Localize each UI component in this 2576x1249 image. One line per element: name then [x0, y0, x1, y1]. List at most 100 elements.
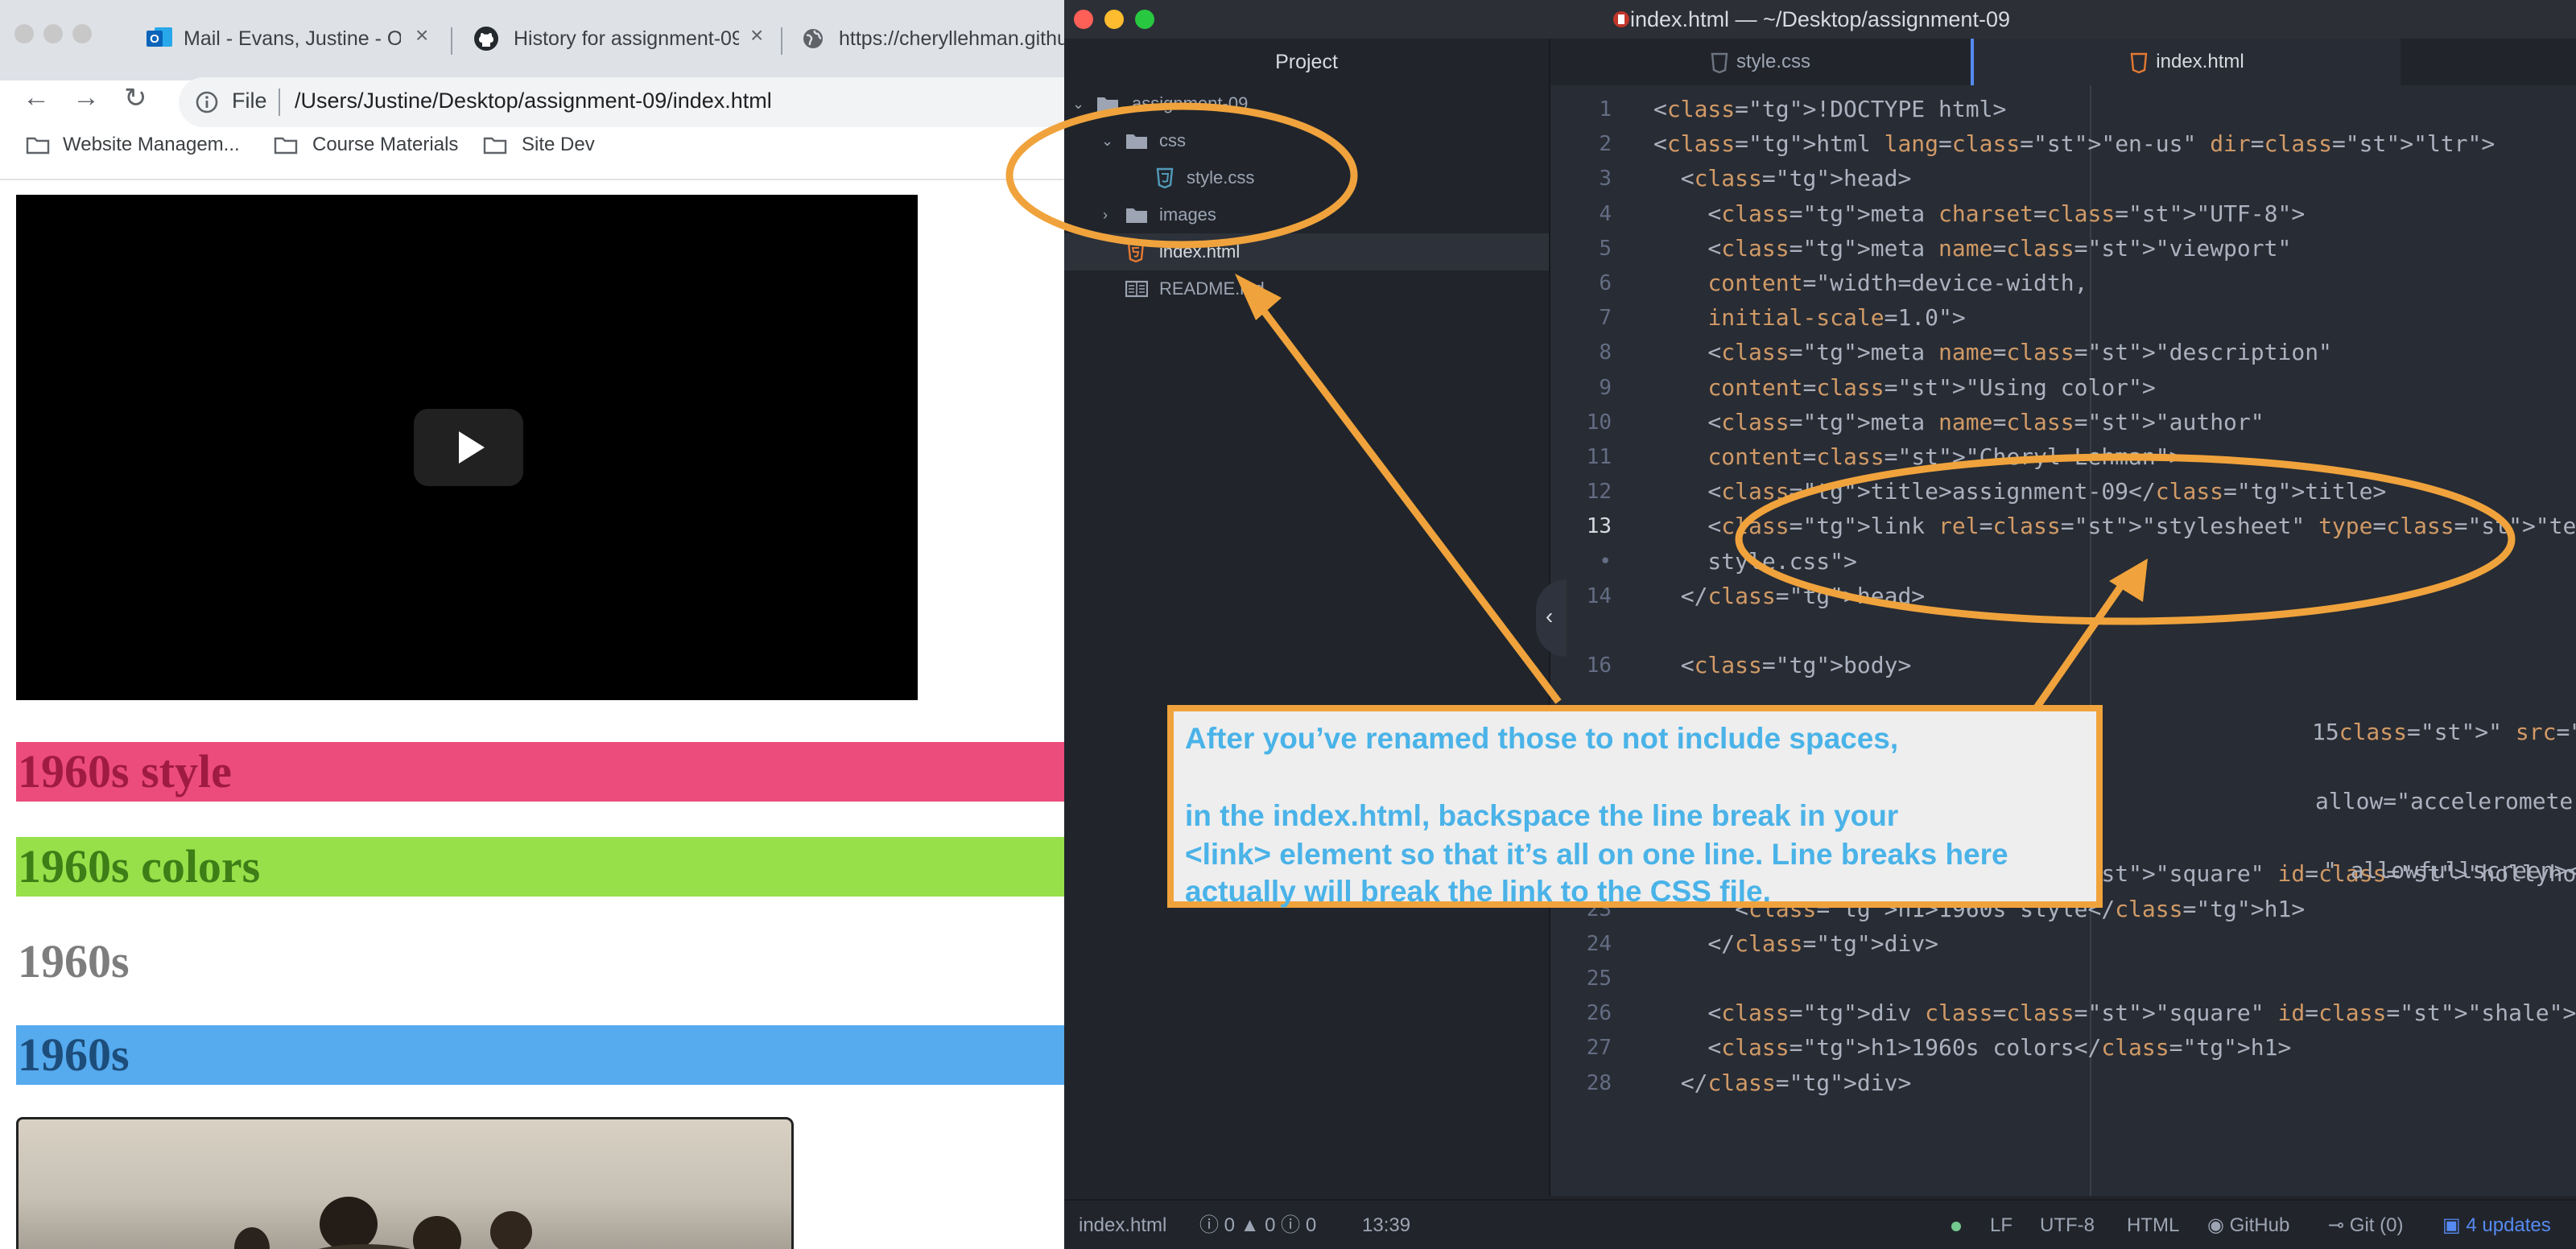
tree-item-label: css [1159, 130, 1186, 150]
callout-line: After you’ve renamed those to not includ… [1185, 722, 1899, 755]
editor-title-bar: index.html — ~/Desktop/assignment-09 [1064, 0, 2576, 40]
browser-tab-cheryllehman[interactable]: https://cheryllehman.githu [794, 13, 1064, 80]
play-icon [459, 431, 485, 464]
browser-tab-github[interactable]: History for assignment-09 × [464, 13, 778, 80]
code-line: <class="tg">link rel=class="st">"stylesh… [1653, 513, 2576, 540]
code-line: </class="tg">div> [1653, 930, 1939, 957]
line-number: 2 [1599, 132, 1612, 157]
tree-item-assignment-09[interactable]: ⌄ assignment-09 [1064, 85, 1549, 122]
code-line: <class="tg">meta name=class="st">"author… [1653, 408, 2264, 435]
back-icon[interactable]: ← [23, 82, 50, 113]
tree-view-title: Project [1064, 39, 1550, 85]
code-line: <class="tg">title>assignment-09</class="… [1653, 478, 2387, 505]
section-heading: 1960s [18, 1028, 130, 1081]
tab-index-html[interactable]: index.html [1974, 39, 2401, 85]
code-line: <class="tg">meta charset=class="st">"UTF… [1653, 200, 2306, 227]
encoding[interactable]: UTF-8 [2040, 1201, 2095, 1249]
github-panel-toggle[interactable]: ◉ GitHub [2207, 1201, 2289, 1249]
css3-icon [1711, 52, 1728, 73]
youtube-video-embed[interactable] [16, 195, 918, 700]
updates-label: 4 updates [2466, 1214, 2551, 1236]
close-tab-icon[interactable]: × [750, 23, 763, 48]
html5-icon [2130, 52, 2148, 73]
line-number: 6 [1599, 271, 1612, 295]
line-number: 5 [1599, 236, 1612, 261]
page-content: 1960s style 1960s colors 1960s 1960s [0, 179, 1064, 1249]
play-button[interactable] [414, 409, 523, 486]
line-number: 16 [1586, 653, 1612, 678]
package-icon: ▣ [2442, 1214, 2461, 1236]
line-ending[interactable]: LF [1990, 1201, 2013, 1249]
line-number: 12 [1586, 480, 1612, 505]
close-tab-icon[interactable]: × [415, 23, 428, 48]
folder-icon [1125, 132, 1148, 150]
tree-item-images[interactable]: › images [1064, 196, 1549, 233]
tree-item-readme[interactable]: README.md [1064, 270, 1549, 307]
address-divider [279, 89, 280, 116]
browser-tab-mail[interactable]: O Mail - Evans, Justine - Ou × [137, 13, 443, 80]
line-number: 26 [1586, 1001, 1612, 1026]
chevron-right-icon: › [1103, 207, 1108, 223]
window-title: index.html — ~/Desktop/assignment-09 [1630, 7, 2010, 31]
bookmark-label: Course Materials [312, 134, 459, 155]
info-count: 0 [1305, 1214, 1317, 1236]
tab-label: index.html [2156, 51, 2244, 72]
updates-badge[interactable]: ▣ 4 updates [2442, 1201, 2551, 1249]
code-area[interactable]: <class="tg">!DOCTYPE html> <class="tg">ht… [1639, 85, 2576, 1196]
forward-icon[interactable]: → [72, 82, 100, 113]
tree-item-label: images [1159, 204, 1216, 225]
reload-icon[interactable]: ↻ [124, 82, 147, 114]
tree-item-label: index.html [1159, 241, 1241, 262]
code-line: <class="tg">head> [1653, 165, 1912, 192]
folder-icon [274, 135, 298, 155]
git-branch-icon: ⊸ [2328, 1214, 2345, 1236]
line-number: 13 [1586, 514, 1612, 539]
tree-item-index-html[interactable]: index.html [1064, 233, 1549, 270]
css3-icon [1156, 167, 1174, 188]
tree-item-css[interactable]: ⌄ css [1064, 122, 1549, 159]
code-line: <class="tg">html lang=class="st">"en-us"… [1653, 130, 2496, 158]
status-file-name[interactable]: index.html [1079, 1201, 1166, 1249]
cursor-position[interactable]: 13:39 [1362, 1201, 1410, 1249]
code-line: <class="tg">!DOCTYPE html> [1653, 96, 2007, 122]
github-icon [473, 26, 499, 52]
globe-icon [802, 27, 824, 50]
chevron-left-icon: ‹ [1546, 604, 1554, 629]
grammar[interactable]: HTML [2127, 1201, 2179, 1249]
line-number: 3 [1599, 167, 1612, 192]
zoom-window-button[interactable] [72, 24, 92, 43]
close-window-button[interactable] [14, 24, 34, 43]
tree-item-label: style.css [1187, 167, 1255, 188]
line-number: 4 [1599, 201, 1612, 226]
line-number: 14 [1586, 583, 1612, 608]
tree-item-label: assignment-09 [1132, 93, 1249, 113]
folder-icon [483, 135, 507, 155]
callout-line: <link> element so that it’s all on one l… [1185, 838, 2008, 871]
html5-icon [1127, 241, 1145, 262]
folder-icon [26, 135, 50, 155]
git-status-dot-icon [1951, 1222, 1961, 1231]
line-number: 27 [1586, 1036, 1612, 1061]
warning-icon: ▲ [1240, 1214, 1260, 1236]
browser-tab-label: Mail - Evans, Justine - Ou [184, 27, 401, 50]
tab-style-css[interactable]: style.css [1550, 39, 1971, 85]
line-number: 10 [1586, 410, 1612, 435]
editor-tab-bar: style.css index.html [1550, 39, 2576, 85]
callout-line: in the index.html, backspace the line br… [1185, 799, 1899, 832]
bookmark-label: Site Dev [522, 134, 595, 155]
tree-view: ⌄ assignment-09 ⌄ css style.css › images… [1064, 85, 1550, 1196]
code-fragment: 15class="st">" src="https:// [2312, 719, 2576, 745]
code-line: <class="tg">meta name=class="st">"viewpo… [1653, 234, 2292, 262]
error-icon: ⓘ [1199, 1214, 1219, 1236]
code-fragment: " allowfullscreen></class="tg">iframe> [2323, 857, 2576, 884]
section-plain: 1960s [16, 932, 1064, 991]
editor-window: index.html — ~/Desktop/assignment-09 Pro… [1064, 0, 2576, 1249]
svg-text:O: O [150, 32, 159, 46]
info-icon[interactable] [195, 90, 219, 114]
status-diagnostics[interactable]: ⓘ 0 ▲ 0 ⓘ 0 [1199, 1201, 1316, 1249]
minimize-window-button[interactable] [43, 24, 63, 43]
git-panel-toggle[interactable]: ⊸ Git (0) [2328, 1201, 2403, 1249]
tree-item-style-css[interactable]: style.css [1064, 159, 1549, 196]
address-bar[interactable]: File /Users/Justine/Desktop/assignment-0… [179, 77, 1064, 127]
chevron-down-icon: ⌄ [1072, 96, 1085, 112]
